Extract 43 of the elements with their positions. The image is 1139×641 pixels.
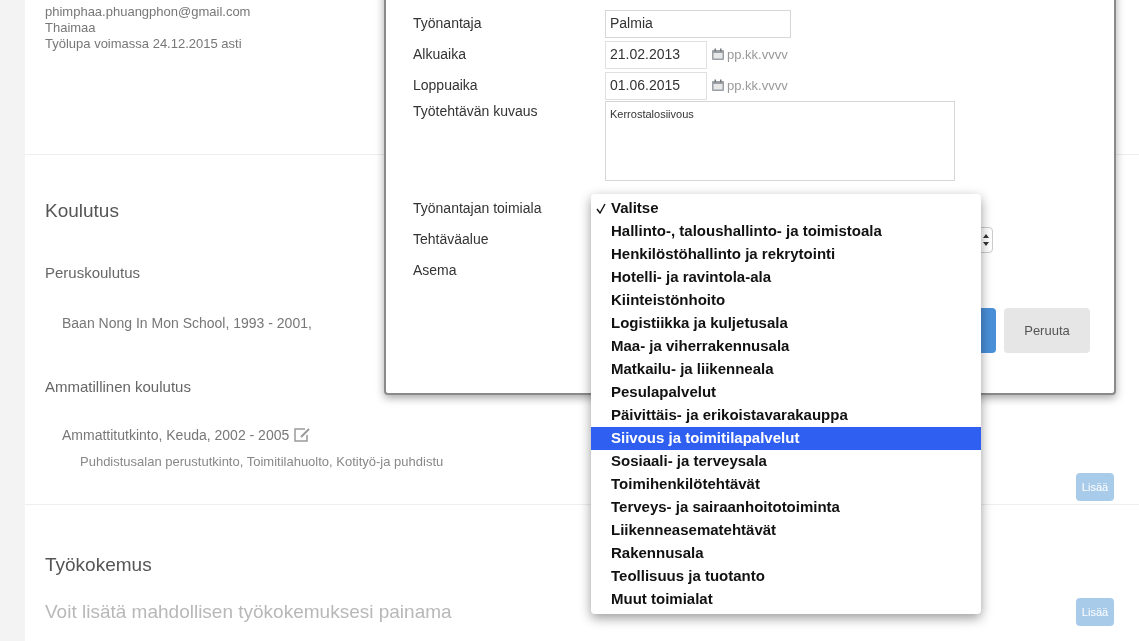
dropdown-option[interactable]: Hallinto-, taloushallinto- ja toimistoala — [591, 220, 981, 243]
dropdown-option[interactable]: Henkilöstöhallinto ja rekrytointi — [591, 243, 981, 266]
dropdown-option[interactable]: Hotelli- ja ravintola-ala — [591, 266, 981, 289]
dropdown-option[interactable]: Maa- ja viherrakennusala — [591, 335, 981, 358]
date-format-hint: pp.kk.vvvv — [727, 45, 788, 64]
field-label: Alkuaika — [413, 45, 466, 64]
dropdown-option[interactable]: Terveys- ja sairaanhoitotoiminta — [591, 496, 981, 519]
field-label: Työtehtävän kuvaus — [413, 102, 538, 121]
dropdown-option[interactable]: Rakennusala — [591, 542, 981, 565]
description-field[interactable]: Kerrostalosiivous — [605, 101, 955, 181]
dropdown-option[interactable]: Sosiaali- ja terveysala — [591, 450, 981, 473]
dropdown-option[interactable]: Matkailu- ja liikenneala — [591, 358, 981, 381]
education-detail: Puhdistusalan perustutkinto, Toimitilahuolto, Kotityö-ja puhdistu — [80, 452, 444, 471]
dropdown-option[interactable]: Kiinteistönhoito — [591, 289, 981, 312]
section-title: Työkokemus — [45, 553, 152, 577]
profile-line: Thaimaa — [45, 20, 96, 36]
education-entry: Baan Nong In Mon School, 1993 - 2001, — [62, 314, 312, 333]
field-label: Työnantaja — [413, 14, 482, 33]
dropdown-option[interactable]: Päivittäis- ja erikoistavarakauppa — [591, 404, 981, 427]
dropdown-option[interactable]: Muut toimialat — [591, 588, 981, 611]
subsection-title: Peruskoulutus — [45, 262, 141, 283]
field-label: Asema — [413, 261, 457, 280]
dropdown-option[interactable]: Pesulapalvelut — [591, 381, 981, 404]
dropdown-option[interactable]: Teollisuus ja tuotanto — [591, 565, 981, 588]
dropdown-option[interactable]: Toimihenkilötehtävät — [591, 473, 981, 496]
date-field[interactable]: 01.06.2015 — [605, 71, 707, 100]
dropdown-option[interactable]: Siivous ja toimitilapalvelut — [591, 427, 981, 450]
dropdown-option[interactable]: Logistiikka ja kuljetusala — [591, 312, 981, 335]
field-label: Työnantajan toimiala — [413, 199, 542, 218]
date-format-hint: pp.kk.vvvv — [727, 76, 788, 95]
cancel-button[interactable]: Peruuta — [1004, 308, 1090, 353]
field-label: Tehtäväalue — [413, 230, 489, 249]
education-entry: Ammattitutkinto, Keuda, 2002 - 2005 — [62, 425, 290, 445]
dropdown-option[interactable]: Valitse — [591, 197, 981, 220]
input-field[interactable]: Palmia — [605, 9, 791, 38]
work-hint: Voit lisätä mahdollisen työkokemuksesi painama — [45, 599, 452, 624]
dropdown-option[interactable]: Liikenneasematehtävät — [591, 519, 981, 542]
date-field[interactable]: 21.02.2013 — [605, 40, 707, 69]
profile-line: Työlupa voimassa 24.12.2015 asti — [45, 36, 242, 52]
subsection-title: Ammatillinen koulutus — [45, 377, 191, 397]
section-title: Koulutus — [45, 199, 119, 223]
profile-line: phimphaa.phuangphon@gmail.com — [45, 4, 251, 20]
field-label: Loppuaika — [413, 76, 478, 95]
